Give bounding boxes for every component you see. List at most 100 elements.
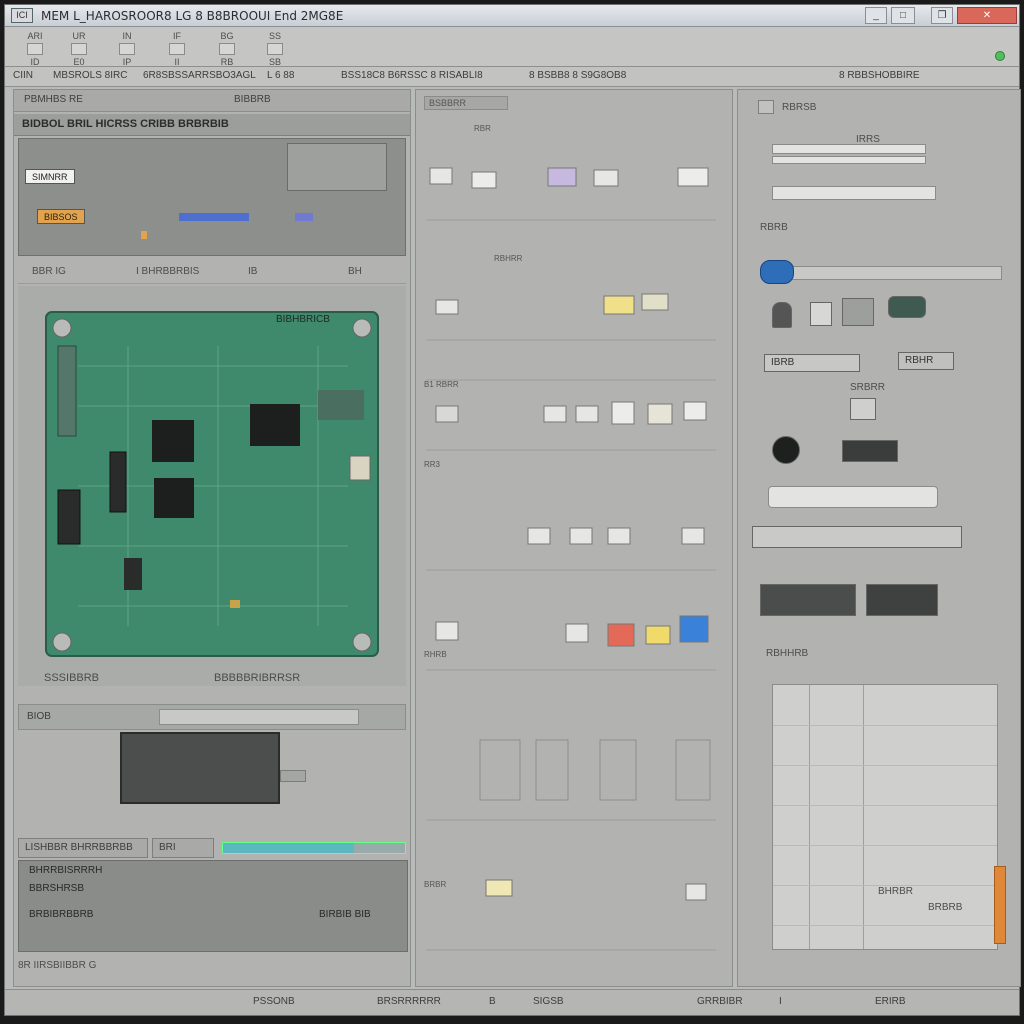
input-label: BIOB [27, 711, 51, 722]
tool-icon [71, 43, 87, 55]
preview-toolbar: BBR IG I BHRBBRBIS IB BH [18, 262, 406, 284]
layer-header: BIDBOL BRIL HICRSS CRIBB BRBRBIB [14, 114, 410, 136]
tool-icon [119, 43, 135, 55]
menu-item[interactable]: L 6 88 [267, 70, 294, 81]
drive-icon[interactable] [760, 584, 856, 616]
panel-header-title: PBMHBS RE [24, 94, 83, 105]
preview-label: I BHRBBRBIS [136, 266, 200, 277]
panel-menu-button[interactable] [758, 100, 774, 114]
properties-table[interactable] [772, 684, 998, 950]
value-field[interactable] [159, 709, 359, 725]
menu-item[interactable]: MBSROLS 8IRC [53, 70, 127, 81]
toolbar-button-4[interactable]: IF II [155, 31, 199, 67]
toolbar-button-2-label: UR [72, 31, 86, 41]
toolbar-button-3-sub: IP [122, 57, 132, 67]
toolbar-button-6[interactable]: SS SB [253, 31, 297, 67]
menu-bar: CIIN MBSROLS 8IRC 6R8SBSSARRSBO3AGL L 6 … [5, 67, 1019, 87]
slider-handle[interactable] [760, 260, 794, 284]
library-label: BRBR [424, 880, 447, 889]
property-label: RBHHRB [766, 648, 809, 659]
properties-title: RBRSB [782, 102, 817, 113]
toolbar-button-1[interactable]: ARI ID [13, 31, 57, 67]
library-label: RR3 [424, 460, 441, 469]
tool-icon [169, 43, 185, 55]
pcb-board-image [45, 311, 379, 657]
menu-item[interactable]: 8 RBBSHOBBIRE [839, 70, 920, 81]
cable-icon[interactable] [752, 526, 962, 548]
toolbar-button-2[interactable]: UR E0 [57, 31, 101, 67]
toolbar: ARI ID UR E0 IN IP IF II BG RB SS SB [5, 27, 1019, 67]
knob-icon[interactable] [772, 436, 800, 464]
input-row: BIOB [18, 704, 406, 730]
property-field[interactable] [772, 186, 936, 200]
preview-label: BBR IG [32, 266, 66, 277]
connector-icon[interactable] [888, 296, 926, 318]
screen-tab[interactable] [280, 770, 306, 782]
tool-icon [267, 43, 283, 55]
library-label: RBHRR [494, 254, 523, 263]
toolbar-button-4-sub: II [174, 57, 180, 67]
connection-status-icon [995, 51, 1005, 61]
filter-chip[interactable]: RBHR [898, 352, 954, 370]
restore-button[interactable]: ❐ [931, 7, 953, 24]
property-label: RBRB [760, 222, 788, 233]
chip-icon[interactable] [850, 398, 876, 420]
property-label: BRBRB [928, 902, 963, 913]
toolbar-button-5[interactable]: BG RB [205, 31, 249, 67]
layer-chip[interactable]: BIBSOS [37, 209, 85, 224]
properties-panel: RBRSB IRRS RBRB IBRB RBHR SRBRR RBHHRB B… [737, 89, 1021, 987]
layer-list[interactable]: SIMNRR BIBSOS [18, 138, 406, 256]
property-label: SRBRR [850, 382, 886, 393]
maximize-button[interactable]: □ [891, 7, 915, 24]
slider-track[interactable] [762, 266, 1002, 280]
tab-bri[interactable]: BRI [152, 838, 214, 858]
log-area: BHRRBISRRRH BBRSHRSB BRBIBRBBRB BIRBIB B… [18, 860, 408, 952]
tool-icon [219, 43, 235, 55]
library-label: RBR [474, 124, 491, 133]
status-item: ERIRB [875, 996, 906, 1007]
layer-chip[interactable]: SIMNRR [25, 169, 75, 184]
tab-log[interactable]: LISHBBR BHRRBBRBB [18, 838, 148, 858]
toolbar-button-4-label: IF [173, 31, 181, 41]
button-component-icon[interactable] [842, 440, 898, 462]
lock-icon[interactable] [772, 302, 792, 328]
filter-chip[interactable]: IBRB [764, 354, 860, 372]
color-swatch [179, 213, 249, 221]
app-icon: ICI [11, 8, 33, 23]
toolbar-button-3[interactable]: IN IP [105, 31, 149, 67]
drive-icon[interactable] [866, 584, 938, 616]
module-icon[interactable] [842, 298, 874, 326]
component-library-panel: BSBBRR RBR RBHRR B1 RBRR RR3 RHRB BRBR [415, 89, 733, 987]
property-field[interactable] [768, 486, 938, 508]
status-bar: PSSONB BRSRRRRRR B SIGSB GRRBIBR I ERIRB [5, 989, 1019, 1015]
scroll-indicator[interactable] [994, 866, 1006, 944]
library-label: RHRB [424, 650, 447, 659]
menu-item[interactable]: 8 BSBB8 8 S9G8OB8 [529, 70, 626, 81]
title-bar: ICI MEM L_HAROSROOR8 LG 8 B8BROOUI End 2… [5, 5, 1019, 27]
minimize-button[interactable]: _ [865, 7, 887, 24]
progress-bar [222, 842, 406, 854]
property-field[interactable] [772, 144, 926, 154]
preview-label: IB [248, 266, 258, 277]
component-icon[interactable] [810, 302, 832, 326]
close-button[interactable]: ✕ [957, 7, 1017, 24]
pcb-label: BIBHBRICB [276, 314, 330, 325]
progress-fill [223, 843, 355, 853]
tool-icon [27, 43, 43, 55]
layer-thumbnail[interactable] [287, 143, 387, 191]
status-item: SIGSB [533, 996, 564, 1007]
menu-item[interactable]: CIIN [13, 70, 33, 81]
menu-item[interactable]: BSS18C8 B6RSSC 8 RISABLI8 [341, 70, 483, 81]
panel-header: PBMHBS RE BIBBRB [14, 90, 410, 112]
toolbar-button-6-sub: SB [268, 57, 281, 67]
status-item: GRRBIBR [697, 996, 743, 1007]
menu-item[interactable]: 6R8SBSSARRSBO3AGL [143, 70, 256, 81]
app-window: ICI MEM L_HAROSROOR8 LG 8 B8BROOUI End 2… [4, 4, 1021, 1016]
status-item: PSSONB [253, 996, 295, 1007]
property-field[interactable] [772, 156, 926, 164]
status-item: I [779, 996, 782, 1007]
color-swatch [295, 213, 313, 221]
window-title: MEM L_HAROSROOR8 LG 8 B8BROOUI End 2MG8E [41, 9, 344, 23]
status-item: BRSRRRRRR [377, 996, 441, 1007]
pcb-preview[interactable] [18, 286, 406, 686]
